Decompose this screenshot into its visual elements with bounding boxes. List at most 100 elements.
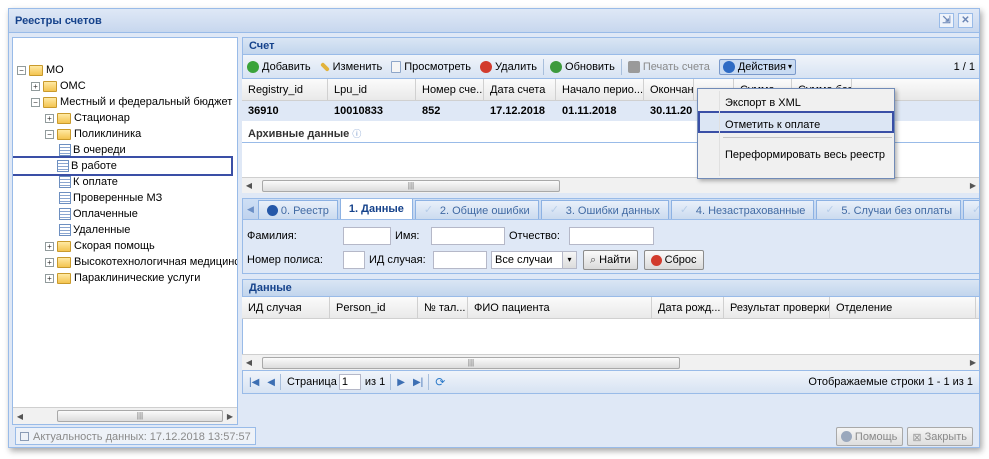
scroll-left-icon[interactable]: ◀ <box>242 358 256 367</box>
tree-item[interactable]: В очереди <box>13 142 237 158</box>
column-header[interactable]: Lpu_id <box>328 79 416 100</box>
close-icon[interactable]: ✕ <box>958 13 973 28</box>
table-cell: 36910 <box>248 105 279 117</box>
tree-item[interactable]: + Скорая помощь <box>13 238 237 254</box>
refresh-icon[interactable]: ⟳ <box>435 375 445 389</box>
menu-item[interactable]: Экспорт в XML <box>698 89 894 111</box>
edit-button[interactable]: Изменить <box>319 61 382 73</box>
column-header[interactable]: Номер сче... <box>416 79 484 100</box>
plus-icon <box>247 60 259 73</box>
scroll-thumb[interactable]: ||| <box>262 179 560 192</box>
collapse-icon[interactable]: − <box>45 129 54 139</box>
tree-item[interactable]: Оплаченные <box>13 206 237 222</box>
pager-separator <box>390 374 392 390</box>
tree-item[interactable]: + ОМС <box>13 78 237 94</box>
column-header[interactable]: Person_id <box>330 297 418 318</box>
expand-icon[interactable]: + <box>45 113 54 123</box>
print-invoice-button[interactable]: Печать счета <box>627 60 710 73</box>
scroll-thumb[interactable]: ||| <box>262 356 680 369</box>
name-input[interactable] <box>431 227 505 245</box>
tree-item[interactable]: В работе <box>13 156 233 176</box>
view-button[interactable]: Просмотреть <box>391 60 471 73</box>
folder-icon <box>43 80 57 92</box>
patronymic-input[interactable] <box>569 227 654 245</box>
folder-icon <box>57 272 71 284</box>
reset-button[interactable]: Сброс <box>643 250 704 270</box>
tree-item[interactable]: − МО <box>13 62 237 78</box>
tab[interactable]: 0. Реестр <box>257 200 338 219</box>
close-button[interactable]: ⊠ Закрыть <box>907 426 973 446</box>
invoice-grid-scrollbar[interactable]: ◀ ||| ▶ <box>242 177 979 193</box>
next-page-icon[interactable]: ▶ <box>397 377 405 388</box>
column-header[interactable]: Registry_id <box>242 79 328 100</box>
menu-item[interactable]: Переформировать весь реестр <box>698 141 894 163</box>
data-grid-scrollbar[interactable]: ◀ ||| ▶ <box>242 354 979 370</box>
tree-horizontal-scrollbar[interactable]: ◀ ||| ▶ <box>13 407 237 424</box>
scroll-thumb[interactable]: ||| <box>57 410 223 422</box>
menu-item[interactable]: Отметить к оплате <box>698 111 894 133</box>
find-button[interactable]: ⌕ Найти <box>583 250 638 270</box>
tree-item[interactable]: + Параклинические услуги <box>13 270 237 286</box>
refresh-icon <box>550 60 563 73</box>
refresh-button[interactable]: Обновить <box>550 60 615 73</box>
invoice-panel-title: Счет <box>242 37 979 55</box>
tree-item-label: Местный и федеральный бюджет <box>60 96 233 108</box>
expand-icon[interactable]: + <box>45 273 54 283</box>
column-header[interactable]: № тал... <box>418 297 468 318</box>
column-header[interactable]: Результат проверки <box>724 297 830 318</box>
page-indicator: 1 / 1 <box>953 60 975 73</box>
tab[interactable]: ✓ 2. Общие ошибки <box>414 200 539 219</box>
case-filter-select[interactable]: Все случаи ▾ <box>491 251 577 269</box>
scroll-right-icon[interactable]: ▶ <box>966 181 979 190</box>
chevron-down-icon[interactable]: ▾ <box>562 252 576 268</box>
collapse-icon[interactable]: − <box>31 97 40 107</box>
tree-item[interactable]: Проверенные МЗ <box>13 190 237 206</box>
expand-icon[interactable]: + <box>31 81 40 91</box>
expand-icon[interactable]: + <box>45 241 54 251</box>
tab[interactable]: 1. Данные <box>339 199 413 219</box>
expand-icon[interactable]: + <box>45 257 54 267</box>
scroll-left-icon[interactable]: ◀ <box>242 181 256 190</box>
page-number-input[interactable]: 1 <box>338 374 361 390</box>
scroll-right-icon[interactable]: ▶ <box>223 412 237 421</box>
collapse-icon[interactable]: − <box>17 65 26 75</box>
tab[interactable]: ✓6. С <box>962 200 979 219</box>
column-header[interactable]: Начало перио... <box>556 79 644 100</box>
case-id-input[interactable] <box>433 251 487 269</box>
tab[interactable]: ✓ 3. Ошибки данных <box>540 200 669 219</box>
first-page-icon[interactable]: |◀ <box>249 377 259 388</box>
actions-menu: Экспорт в XML Отметить к оплате Переформир… <box>697 88 895 179</box>
tree-item[interactable]: − Местный и федеральный бюджет <box>13 94 237 110</box>
column-header[interactable]: Отделение <box>830 297 976 318</box>
delete-button[interactable]: Удалить <box>480 60 537 73</box>
scroll-left-icon[interactable]: ◀ <box>13 412 27 421</box>
document-icon <box>391 60 402 73</box>
toolbar-separator <box>620 58 622 75</box>
column-header[interactable]: ФИО пациента <box>468 297 652 318</box>
patronymic-label: Отчество: <box>509 230 560 242</box>
column-header[interactable]: Дата рожд... <box>652 297 724 318</box>
scroll-right-icon[interactable]: ▶ <box>966 358 979 367</box>
column-header[interactable]: Окончан <box>644 79 694 100</box>
policy-number-input[interactable] <box>343 251 365 269</box>
column-header[interactable]: Дата счета <box>484 79 556 100</box>
tab[interactable]: ✓ 4. Незастрахованные <box>670 200 815 219</box>
restore-icon[interactable]: ⇲ <box>939 13 954 28</box>
prev-page-icon[interactable]: ◀ <box>267 377 275 388</box>
add-button[interactable]: Добавить <box>247 60 311 73</box>
tree-item[interactable]: + Высокотехнологичная медицинская помощь <box>13 254 237 270</box>
pager-toolbar: |◀ ◀ Страница 1 из 1 ▶ ▶| ⟳ Отображаемые… <box>242 370 979 394</box>
surname-input[interactable] <box>343 227 391 245</box>
column-header[interactable]: ИД случая <box>242 297 330 318</box>
actions-dropdown-button[interactable]: Действия ▾ <box>718 58 797 75</box>
tree-item[interactable]: Удаленные <box>13 222 237 238</box>
tab-scroll-left-icon[interactable]: ◀ <box>245 204 258 219</box>
tree-item[interactable]: − Поликлиника <box>13 126 237 142</box>
tree-item[interactable]: К оплате <box>13 174 237 190</box>
help-button[interactable]: Помощь <box>835 426 904 446</box>
last-page-icon[interactable]: ▶| <box>413 377 423 388</box>
tab[interactable]: ✓ 5. Случаи без оплаты <box>816 200 961 219</box>
tree-item-label: Высокотехнологичная медицинская помощь <box>74 256 237 268</box>
tree-item[interactable]: + Стационар <box>13 110 237 126</box>
folder-icon <box>57 240 71 252</box>
